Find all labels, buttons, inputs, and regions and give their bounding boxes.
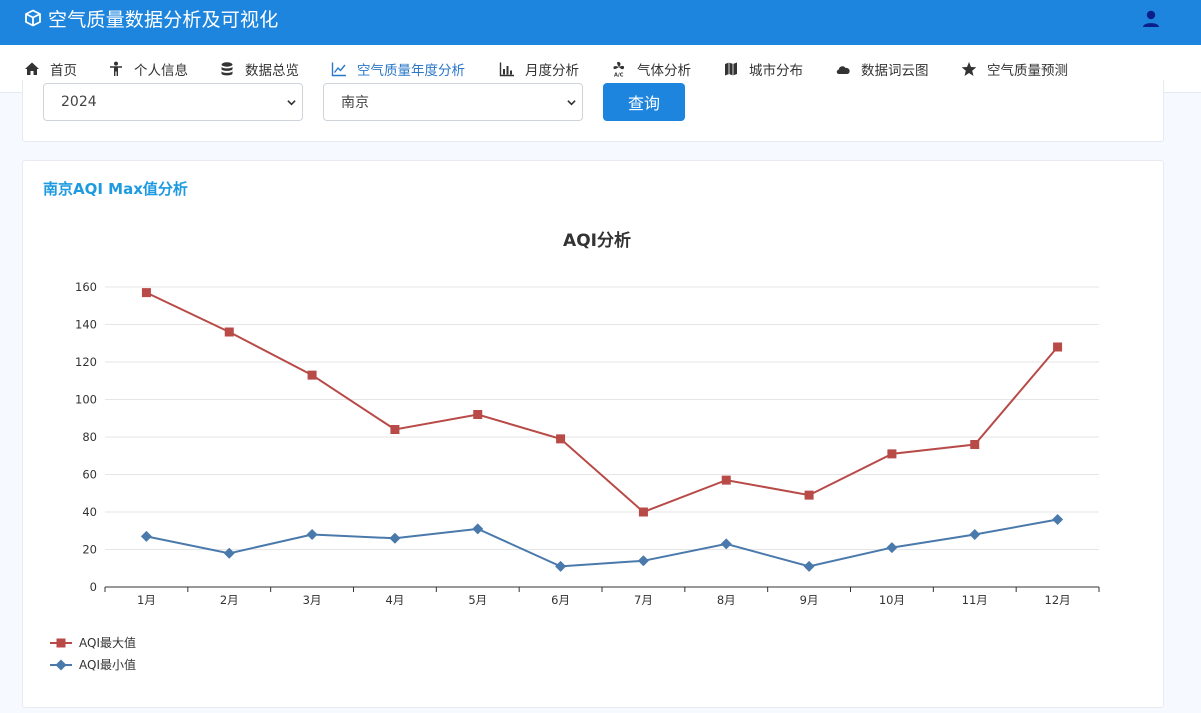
y-tick-label: 120	[75, 355, 97, 369]
legend-label: AQI最小值	[79, 657, 136, 672]
data-point	[803, 560, 815, 572]
series-line-aqi-max	[145, 291, 1059, 514]
legend-label: AQI最大值	[79, 635, 136, 650]
x-tick-label: 4月	[386, 593, 405, 607]
y-tick-label: 140	[75, 318, 97, 332]
data-point	[720, 538, 732, 550]
y-tick-label: 60	[82, 468, 97, 482]
data-point	[555, 560, 567, 572]
data-point	[472, 523, 484, 535]
y-tick-label: 0	[90, 580, 97, 594]
aqi-line-chart: AQI分析 0 20 40 60 80 100 120 140 160 1月 2月 3月 4月 5月 6月 7月…	[50, 230, 1100, 672]
data-point	[307, 370, 317, 380]
data-point	[556, 434, 566, 444]
data-point	[638, 507, 648, 517]
y-tick-label: 40	[82, 505, 97, 519]
y-tick-label: 160	[75, 280, 97, 294]
data-point	[970, 440, 980, 449]
data-point	[306, 529, 318, 540]
data-point	[1052, 514, 1064, 525]
x-tick-label: 3月	[303, 593, 322, 607]
data-point	[721, 475, 731, 485]
data-point	[389, 532, 401, 544]
legend-marker	[55, 659, 67, 671]
y-tick-label: 100	[75, 393, 97, 407]
data-point	[473, 410, 483, 419]
data-point	[1053, 342, 1063, 352]
x-tick-label: 5月	[468, 593, 487, 607]
x-tick-label: 12月	[1045, 593, 1071, 607]
data-point	[804, 490, 814, 500]
x-tick-label: 9月	[800, 593, 819, 607]
x-tick-label: 10月	[879, 593, 905, 607]
data-point	[141, 288, 151, 298]
data-point	[390, 425, 400, 434]
data-point	[969, 529, 981, 540]
data-point	[140, 530, 152, 542]
chart-title: AQI分析	[563, 230, 631, 251]
x-tick-label: 1月	[137, 593, 156, 607]
legend-marker	[56, 638, 66, 648]
x-tick-label: 2月	[220, 593, 239, 607]
x-tick-label: 11月	[962, 593, 988, 607]
x-tick-label: 7月	[634, 593, 653, 607]
series-line-aqi-min	[146, 518, 1058, 568]
y-tick-label: 80	[82, 430, 97, 444]
data-point	[224, 327, 234, 337]
data-point	[637, 555, 649, 567]
x-tick-label: 8月	[717, 593, 736, 607]
data-point	[886, 542, 898, 554]
y-tick-label: 20	[82, 543, 97, 557]
x-tick-label: 6月	[551, 593, 570, 607]
data-point	[887, 449, 897, 459]
